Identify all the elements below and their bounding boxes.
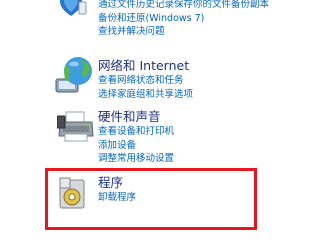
file-history-link[interactable]: 通过文件历史记录保存你的文件备份副本 bbox=[98, 0, 269, 12]
network-internet-category: 网络和 Internet 查看网络状态和任务 选择家庭组和共享选项 bbox=[98, 58, 193, 101]
hardware-sound-title[interactable]: 硬件和声音 bbox=[98, 109, 174, 125]
homegroup-sharing-link[interactable]: 选择家庭组和共享选项 bbox=[98, 88, 193, 102]
devices-printers-link[interactable]: 查看设备和打印机 bbox=[98, 125, 174, 139]
system-security-category: 通过文件历史记录保存你的文件备份副本 备份和还原(Windows 7) 查找并解… bbox=[98, 0, 269, 39]
view-network-status-link[interactable]: 查看网络状态和任务 bbox=[98, 74, 193, 88]
system-security-icon[interactable] bbox=[55, 0, 87, 18]
troubleshoot-link[interactable]: 查找并解决问题 bbox=[98, 25, 269, 39]
highlight-box bbox=[45, 168, 257, 230]
add-device-link[interactable]: 添加设备 bbox=[98, 139, 174, 153]
hardware-sound-category: 硬件和声音 查看设备和打印机 添加设备 调整常用移动设置 bbox=[98, 109, 174, 166]
mobility-settings-link[interactable]: 调整常用移动设置 bbox=[98, 152, 174, 166]
printer-icon[interactable] bbox=[57, 108, 95, 144]
network-globe-icon[interactable] bbox=[54, 55, 94, 95]
network-internet-title[interactable]: 网络和 Internet bbox=[98, 58, 193, 74]
backup-restore-link[interactable]: 备份和还原(Windows 7) bbox=[98, 12, 269, 26]
